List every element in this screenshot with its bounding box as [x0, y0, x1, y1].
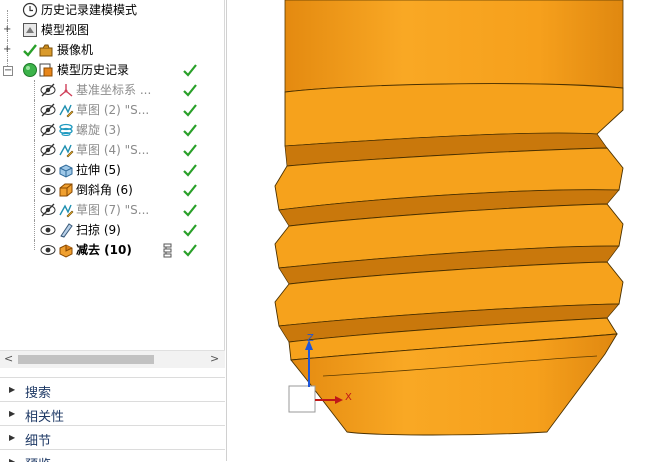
- tree-row-sweep[interactable]: 扫掠 (9): [0, 220, 225, 240]
- tree-item-label: 历史记录建模模式: [41, 3, 138, 17]
- eye-visible-icon[interactable]: [40, 183, 56, 197]
- up-to-date-check-icon: [182, 62, 198, 78]
- tree-item-label: 螺旋 (3): [76, 123, 121, 137]
- panel-label: 搜索: [25, 386, 52, 401]
- model-tree: 历史记录建模模式 + 模型视图 + 摄像机 − 模型历史记录 基准坐标系 ...…: [0, 0, 225, 350]
- green-status-icon: [22, 62, 38, 78]
- clock-icon: [22, 2, 38, 18]
- panel-dependencies[interactable]: ▶ 相关性: [0, 401, 225, 426]
- up-to-date-check-icon: [182, 202, 198, 218]
- tree-item-label: 基准坐标系 ...: [76, 83, 152, 97]
- tree-item-label: 拉伸 (5): [76, 163, 121, 177]
- scroll-right-arrow[interactable]: >: [210, 352, 219, 365]
- datum-csys-icon: [58, 82, 74, 98]
- part-navigator: 历史记录建模模式 + 模型视图 + 摄像机 − 模型历史记录 基准坐标系 ...…: [0, 0, 227, 462]
- subtract-icon: [58, 242, 74, 258]
- tree-line: [34, 160, 35, 180]
- up-to-date-check-icon: [182, 142, 198, 158]
- tree-row-sketch-4[interactable]: 草图 (4) "S...: [0, 140, 225, 160]
- tree-line: [34, 200, 35, 220]
- scroll-left-arrow[interactable]: <: [4, 352, 13, 365]
- chamfer-icon: [58, 182, 74, 198]
- tree-line: [34, 100, 35, 120]
- sketch-icon: [58, 142, 74, 158]
- threaded-shaft-model: [274, 0, 624, 436]
- collapse-toggle[interactable]: −: [3, 66, 13, 76]
- tree-line: [34, 120, 35, 140]
- tree-line: [34, 220, 35, 240]
- sketch-icon: [58, 102, 74, 118]
- tree-item-label: 倒斜角 (6): [76, 183, 133, 197]
- panel-label: 细节: [25, 434, 52, 449]
- panel-label: 相关性: [25, 410, 65, 425]
- dependency-icon[interactable]: [162, 242, 178, 258]
- tree-row-datum-csys[interactable]: 基准坐标系 ...: [0, 80, 225, 100]
- expand-toggle[interactable]: +: [3, 45, 11, 55]
- graphics-window[interactable]: Z X: [227, 0, 653, 461]
- tree-row-cameras[interactable]: + 摄像机: [0, 40, 225, 60]
- up-to-date-check-icon: [182, 122, 198, 138]
- expand-arrow-icon: ▶: [9, 409, 16, 418]
- column-divider: [224, 0, 225, 350]
- expand-toggle[interactable]: +: [3, 25, 11, 35]
- up-to-date-check-icon: [182, 162, 198, 178]
- tree-item-label: 模型历史记录: [57, 63, 130, 77]
- extrude-icon: [58, 162, 74, 178]
- panel-search[interactable]: ▶ 搜索: [0, 377, 225, 402]
- tree-row-model-views[interactable]: + 模型视图: [0, 20, 225, 40]
- tree-row-extrude[interactable]: 拉伸 (5): [0, 160, 225, 180]
- tree-row-history-mode[interactable]: 历史记录建模模式: [0, 0, 225, 30]
- expand-arrow-icon: ▶: [9, 385, 16, 394]
- tree-item-label: 草图 (7) "S...: [76, 203, 150, 217]
- model-view-icon: [22, 22, 38, 38]
- helix-icon: [58, 122, 74, 138]
- tree-row-helix[interactable]: 螺旋 (3): [0, 120, 225, 140]
- expand-arrow-icon: ▶: [9, 457, 16, 462]
- up-to-date-check-icon: [182, 242, 198, 258]
- panel-preview[interactable]: ▶ 预览: [0, 449, 225, 462]
- eye-hidden-icon[interactable]: [40, 143, 56, 157]
- camera-icon: [38, 42, 54, 58]
- tree-line: [34, 180, 35, 200]
- checkmark-icon: [22, 42, 38, 58]
- tree-line: [34, 240, 35, 250]
- eye-hidden-icon[interactable]: [40, 203, 56, 217]
- tree-row-subtract[interactable]: 减去 (10): [0, 240, 225, 260]
- eye-visible-icon[interactable]: [40, 223, 56, 237]
- history-folder-icon: [38, 62, 54, 78]
- tree-item-label: 扫掠 (9): [76, 223, 121, 237]
- tree-row-sketch-2[interactable]: 草图 (2) "S...: [0, 100, 225, 120]
- x-axis-label: X: [345, 392, 352, 403]
- eye-hidden-icon[interactable]: [40, 83, 56, 97]
- tree-line: [34, 140, 35, 160]
- expand-arrow-icon: ▶: [9, 433, 16, 442]
- tree-row-chamfer[interactable]: 倒斜角 (6): [0, 180, 225, 200]
- up-to-date-check-icon: [182, 182, 198, 198]
- eye-visible-icon[interactable]: [40, 163, 56, 177]
- tree-item-label: 草图 (4) "S...: [76, 143, 150, 157]
- up-to-date-check-icon: [182, 102, 198, 118]
- tree-item-label: 摄像机: [57, 43, 94, 57]
- eye-visible-icon[interactable]: [40, 243, 56, 257]
- scroll-thumb[interactable]: [18, 355, 154, 364]
- up-to-date-check-icon: [182, 222, 198, 238]
- triad-origin-box: [288, 385, 316, 413]
- tree-item-label: 草图 (2) "S...: [76, 103, 150, 117]
- horizontal-scrollbar[interactable]: < >: [0, 350, 225, 368]
- tree-row-sketch-7[interactable]: 草图 (7) "S...: [0, 200, 225, 220]
- tree-item-label: 减去 (10): [76, 243, 132, 257]
- panel-details[interactable]: ▶ 细节: [0, 425, 225, 450]
- sketch-icon: [58, 202, 74, 218]
- tree-item-label: 模型视图: [41, 23, 90, 37]
- z-axis-label: Z: [307, 333, 314, 344]
- shaft-body: [284, 0, 624, 93]
- eye-hidden-icon[interactable]: [40, 103, 56, 117]
- tree-row-model-history[interactable]: − 模型历史记录: [0, 60, 225, 80]
- tree-line: [34, 80, 35, 100]
- up-to-date-check-icon: [182, 82, 198, 98]
- eye-hidden-icon[interactable]: [40, 123, 56, 137]
- sweep-icon: [58, 222, 74, 238]
